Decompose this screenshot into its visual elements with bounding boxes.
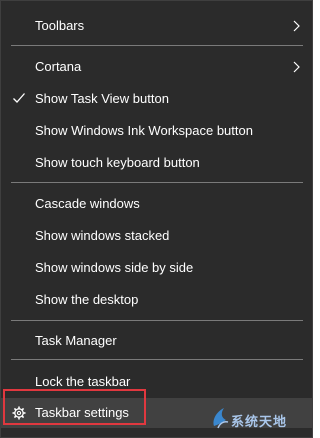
checkmark-icon xyxy=(13,93,25,103)
menu-separator xyxy=(11,182,303,183)
menu-item-cascade-windows[interactable]: Cascade windows xyxy=(1,189,312,219)
menu-item-toolbars[interactable]: Toolbars xyxy=(1,11,312,41)
menu-item-taskbar-settings[interactable]: Taskbar settings xyxy=(1,398,312,428)
menu-item-show-touch-keyboard-button[interactable]: Show touch keyboard button xyxy=(1,148,312,178)
menu-item-label: Toolbars xyxy=(35,18,85,33)
menu-item-label: Taskbar settings xyxy=(35,405,129,420)
menu-item-task-manager[interactable]: Task Manager xyxy=(1,326,312,356)
menu-item-label: Show Task View button xyxy=(35,91,169,106)
menu-item-label: Show windows stacked xyxy=(35,228,170,243)
chevron-right-icon xyxy=(293,61,300,73)
menu-item-show-windows-ink-workspace-button[interactable]: Show Windows Ink Workspace button xyxy=(1,116,312,146)
menu-item-label: Show Windows Ink Workspace button xyxy=(35,123,253,138)
menu-item-show-the-desktop[interactable]: Show the desktop xyxy=(1,285,312,315)
menu-separator xyxy=(11,45,303,46)
menu-item-show-task-view-button[interactable]: Show Task View button xyxy=(1,84,312,114)
menu-item-label: Show windows side by side xyxy=(35,260,194,275)
menu-separator xyxy=(11,320,303,321)
menu-item-label: Show touch keyboard button xyxy=(35,155,200,170)
menu-item-label: Lock the taskbar xyxy=(35,374,131,389)
menu-item-lock-the-taskbar[interactable]: Lock the taskbar xyxy=(1,367,312,397)
chevron-right-icon xyxy=(293,20,300,32)
menu-item-label: Cortana xyxy=(35,59,82,74)
menu-item-show-windows-stacked[interactable]: Show windows stacked xyxy=(1,221,312,251)
taskbar-context-menu: Toolbars Cortana Show Task View button S… xyxy=(0,0,313,438)
gear-icon xyxy=(12,406,26,420)
menu-item-label: Task Manager xyxy=(35,333,117,348)
menu-item-label: Cascade windows xyxy=(35,196,140,211)
menu-item-cortana[interactable]: Cortana xyxy=(1,52,312,82)
menu-item-show-windows-side-by-side[interactable]: Show windows side by side xyxy=(1,253,312,283)
menu-item-label: Show the desktop xyxy=(35,292,139,307)
menu-separator xyxy=(11,359,303,360)
